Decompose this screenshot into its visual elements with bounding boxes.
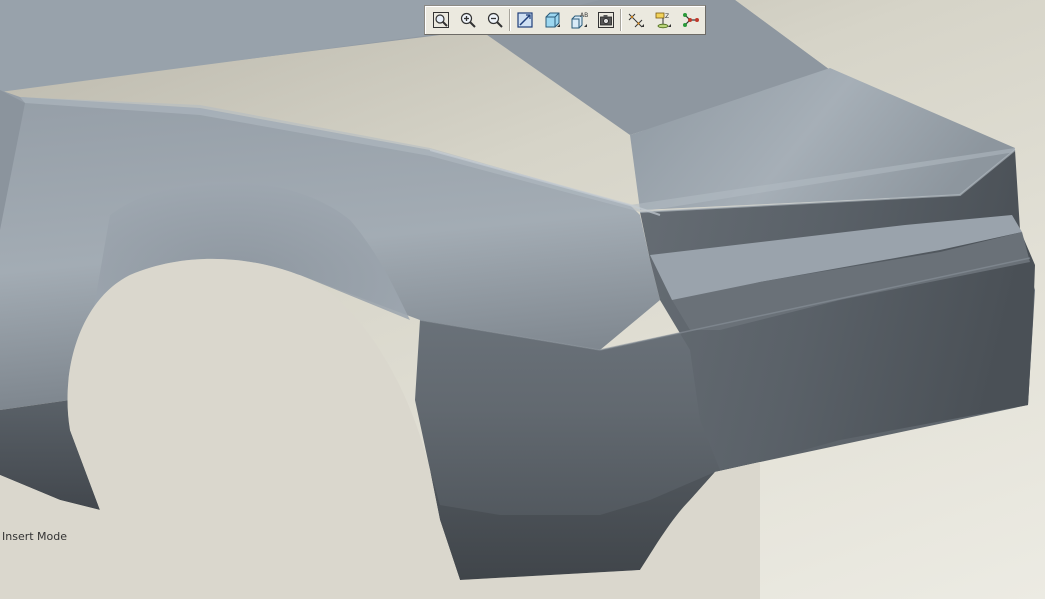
repaint-icon — [516, 12, 533, 28]
annotation-display-button[interactable]: Z — [651, 8, 675, 32]
view-toolbar: AB Z — [424, 5, 706, 35]
graphics-viewport[interactable]: AB Z Insert Mode — [0, 0, 1045, 599]
repaint-button[interactable] — [513, 8, 537, 32]
hood-top-left — [0, 0, 430, 92]
camera-icon — [597, 12, 614, 28]
spin-center-button[interactable] — [678, 8, 702, 32]
saved-views-button[interactable]: AB — [567, 8, 591, 32]
annotation-icon: Z — [655, 12, 671, 29]
datum-display-button[interactable] — [624, 8, 648, 32]
refit-button[interactable] — [429, 8, 453, 32]
svg-text:AB: AB — [580, 12, 588, 19]
mode-status-text: Insert Mode — [2, 530, 68, 543]
toolbar-separator — [620, 9, 621, 31]
shaded-cube-icon — [545, 12, 560, 28]
saved-view-icon: AB — [571, 12, 588, 29]
svg-text:Z: Z — [665, 13, 669, 20]
refit-icon — [432, 12, 449, 28]
zoom-out-button[interactable] — [483, 8, 507, 32]
datum-axes-icon — [628, 13, 644, 28]
zoom-out-icon — [487, 12, 503, 28]
toolbar-separator — [509, 9, 510, 31]
display-style-button[interactable] — [540, 8, 564, 32]
zoom-in-icon — [460, 12, 476, 28]
spin-center-icon — [682, 13, 699, 27]
screen-capture-button[interactable] — [594, 8, 618, 32]
zoom-in-button[interactable] — [456, 8, 480, 32]
car-body-model[interactable] — [0, 0, 1045, 599]
